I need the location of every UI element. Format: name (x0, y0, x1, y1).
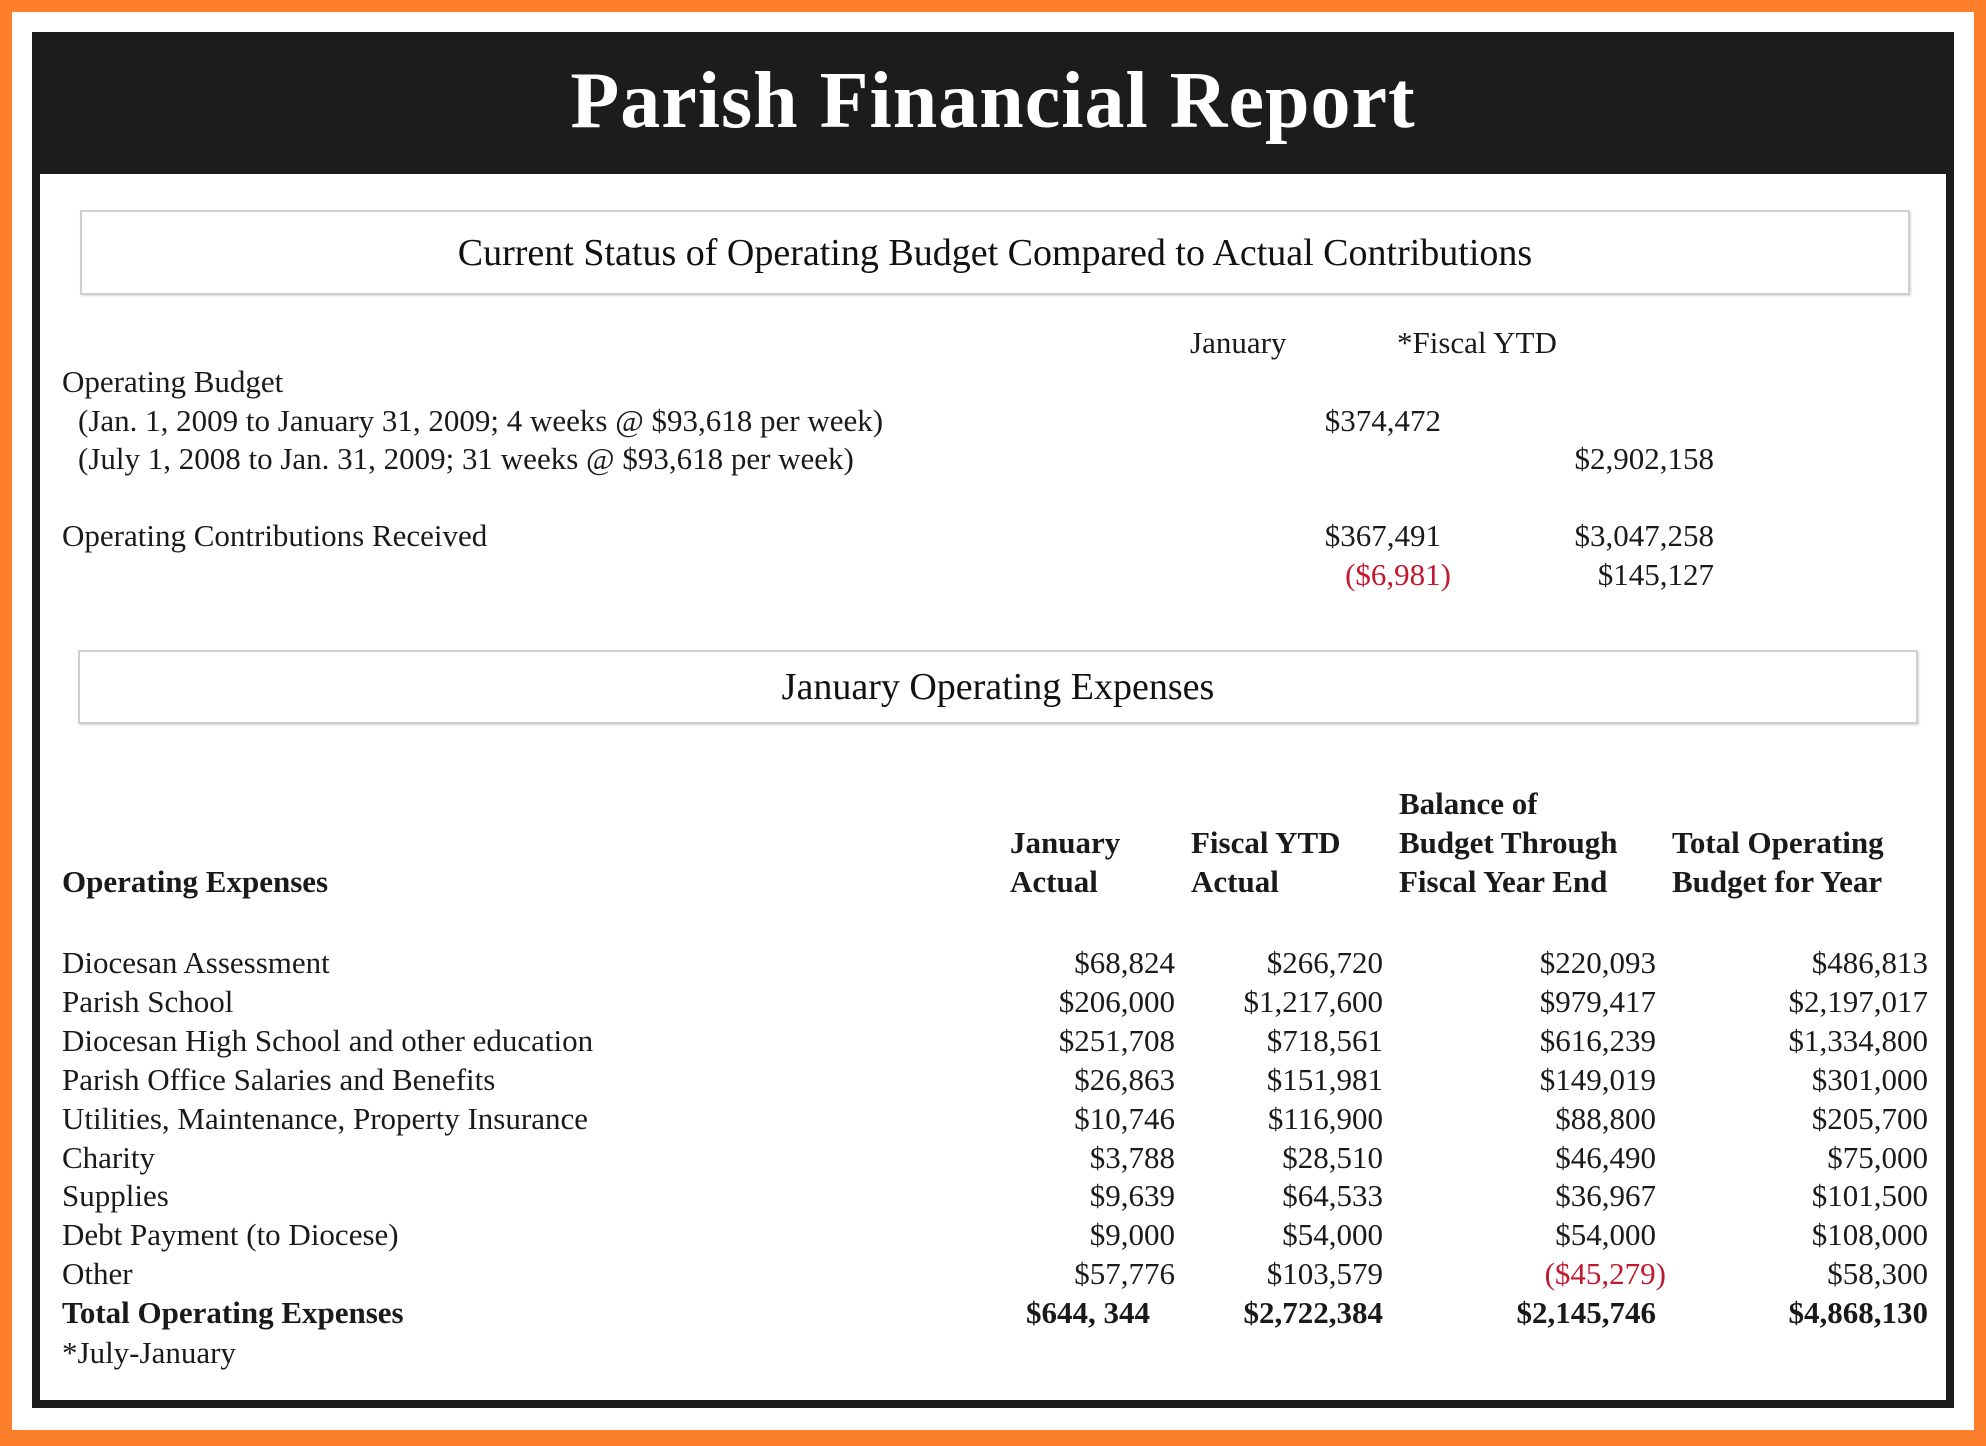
row-total-budget: $301,000 (1811, 1061, 1928, 1097)
report-title: Parish Financial Report (570, 56, 1416, 145)
col-header-total-budget: Total Operating Budget for Year (1672, 784, 1884, 901)
operating-budget-label: Operating Budget (62, 364, 284, 399)
row-balance: $149,019 (1539, 1061, 1656, 1097)
row-total-budget: $1,334,800 (1788, 1022, 1929, 1058)
budget-row-label: (Jan. 1, 2009 to January 31, 2009; 4 wee… (78, 403, 884, 438)
title-bar: Parish Financial Report (40, 40, 1946, 174)
col-header-line: Budget Through (1399, 825, 1618, 860)
row-fiscal-ytd-actual: $103,579 (1266, 1256, 1383, 1292)
col-header-line: Total Operating (1672, 825, 1884, 860)
row-fiscal-ytd-actual: $718,561 (1266, 1022, 1383, 1058)
row-january-actual: $26,863 (1074, 1061, 1175, 1097)
row-label: Parish Office Salaries and Benefits (62, 1061, 496, 1097)
variance-january: ($6,981) (1345, 557, 1451, 592)
row-label: Charity (62, 1139, 155, 1175)
row-fiscal-ytd-actual: $116,900 (1267, 1100, 1383, 1136)
row-fiscal-ytd-actual: $64,533 (1282, 1178, 1383, 1214)
row-balance: $979,417 (1539, 983, 1656, 1019)
section-heading-budget-status: Current Status of Operating Budget Compa… (80, 210, 1910, 295)
row-total-budget: $108,000 (1811, 1217, 1928, 1253)
row-balance: $54,000 (1555, 1217, 1656, 1253)
col-header-january: January (1190, 325, 1287, 360)
col-header-line (1672, 784, 1884, 823)
col-header-line: January (1010, 825, 1121, 860)
row-balance: $88,800 (1555, 1100, 1656, 1136)
row-fiscal-ytd-actual: $54,000 (1282, 1217, 1383, 1253)
col-header-line (1191, 784, 1341, 823)
row-label: Supplies (62, 1178, 169, 1214)
col-header-fiscal-ytd-actual: Fiscal YTD Actual (1191, 784, 1341, 901)
row-january-actual: $9,639 (1089, 1178, 1175, 1214)
col-header-fiscal-ytd: *Fiscal YTD (1397, 325, 1557, 360)
row-label: Debt Payment (to Diocese) (62, 1217, 399, 1253)
section-heading-expenses: January Operating Expenses (78, 650, 1918, 724)
col-header-balance: Balance of Budget Through Fiscal Year En… (1399, 784, 1618, 901)
col-header-january-actual: January Actual (1010, 784, 1120, 901)
row-january-actual: $644, 344 (1026, 1295, 1150, 1331)
row-fiscal-ytd-actual: $2,722,384 (1243, 1295, 1384, 1331)
budget-row-label: (July 1, 2008 to Jan. 31, 2009; 31 weeks… (78, 441, 854, 476)
row-january-actual: $57,776 (1074, 1256, 1175, 1292)
budget-row-fiscal-ytd: $2,902,158 (1574, 441, 1715, 476)
section-heading-text: January Operating Expenses (781, 666, 1215, 708)
row-label: Total Operating Expenses (62, 1295, 404, 1331)
section-heading-text: Current Status of Operating Budget Compa… (457, 231, 1533, 274)
row-total-budget: $58,300 (1827, 1256, 1928, 1292)
row-fiscal-ytd-actual: $1,217,600 (1243, 983, 1384, 1019)
col-header-line: Operating Expenses (62, 864, 329, 899)
col-header-operating-expenses: Operating Expenses (62, 784, 328, 901)
row-fiscal-ytd-actual: $28,510 (1282, 1139, 1383, 1175)
row-january-actual: $9,000 (1089, 1217, 1175, 1253)
row-fiscal-ytd-actual: $266,720 (1266, 945, 1383, 980)
row-total-budget: $486,813 (1811, 945, 1928, 980)
col-header-line: Fiscal YTD (1191, 825, 1341, 860)
row-total-budget: $2,197,017 (1788, 983, 1929, 1019)
row-january-actual: $68,824 (1074, 945, 1175, 980)
col-header-line: Fiscal Year End (1399, 864, 1608, 899)
row-balance: $36,967 (1555, 1178, 1656, 1214)
row-january-actual: $251,708 (1058, 1022, 1175, 1058)
row-balance: $616,239 (1539, 1022, 1656, 1058)
row-fiscal-ytd-actual: $151,981 (1266, 1061, 1383, 1097)
col-header-line: Budget for Year (1672, 864, 1883, 899)
col-header-line: Actual (1010, 864, 1098, 899)
row-label: Parish School (62, 983, 234, 1019)
row-january-actual: $10,746 (1074, 1100, 1175, 1136)
row-label: Diocesan Assessment (62, 945, 330, 980)
row-balance: $2,145,746 (1516, 1295, 1657, 1331)
row-total-budget: $75,000 (1827, 1139, 1928, 1175)
row-total-budget: $205,700 (1811, 1100, 1928, 1136)
variance-fiscal-ytd: $145,127 (1597, 557, 1714, 592)
row-balance: $46,490 (1555, 1139, 1656, 1175)
footnote: *July-January (62, 1335, 236, 1370)
row-balance: ($45,279) (1544, 1256, 1666, 1292)
row-balance: $220,093 (1539, 945, 1656, 980)
contributions-fiscal-ytd: $3,047,258 (1574, 518, 1715, 553)
col-header-line (62, 823, 328, 862)
report-frame: Parish Financial Report Current Status o… (32, 32, 1954, 1408)
row-january-actual: $3,788 (1089, 1139, 1175, 1175)
col-header-line: Actual (1191, 864, 1279, 899)
col-header-line: Balance of (1399, 786, 1538, 821)
row-label: Other (62, 1256, 133, 1292)
budget-row-january: $374,472 (1324, 403, 1441, 438)
col-header-line (62, 784, 328, 823)
contributions-label: Operating Contributions Received (62, 518, 488, 553)
contributions-january: $367,491 (1324, 518, 1441, 553)
row-january-actual: $206,000 (1058, 983, 1175, 1019)
row-total-budget: $4,868,130 (1788, 1295, 1929, 1331)
row-total-budget: $101,500 (1811, 1178, 1928, 1214)
row-label: Utilities, Maintenance, Property Insuran… (62, 1100, 588, 1136)
row-label: Diocesan High School and other education (62, 1022, 594, 1058)
col-header-line (1010, 784, 1120, 823)
